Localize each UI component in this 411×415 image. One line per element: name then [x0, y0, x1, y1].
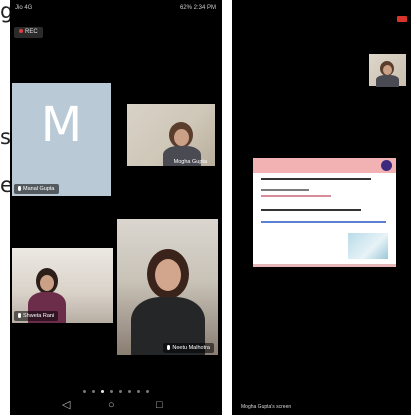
slide-text-line	[261, 221, 386, 223]
avatar-initial: M	[40, 97, 83, 153]
mic-icon	[167, 345, 171, 350]
participant-name-badge: Neetu Malhotra	[163, 343, 214, 353]
mic-icon	[18, 186, 21, 191]
slide-text-line	[261, 209, 361, 211]
back-icon[interactable]: ◁	[62, 399, 70, 411]
slide-logo	[381, 160, 392, 171]
recording-badge[interactable]: REC	[14, 27, 43, 38]
page-dot[interactable]	[119, 390, 122, 393]
home-icon[interactable]: ○	[108, 399, 115, 411]
participant-tile-video[interactable]: Neetu Malhotra	[117, 219, 218, 355]
page-dot[interactable]	[101, 390, 104, 393]
page-indicator[interactable]	[292, 406, 331, 415]
page-dot[interactable]	[110, 390, 113, 393]
participant-face	[155, 259, 181, 291]
slide-header-bar	[253, 158, 396, 173]
participant-body	[376, 75, 399, 87]
recording-label: REC	[25, 29, 38, 35]
participant-face	[40, 275, 54, 291]
page-dot[interactable]	[92, 390, 95, 393]
slide-text-line	[261, 195, 331, 197]
participant-tile-video[interactable]: Shweta Rani	[12, 248, 113, 323]
status-bar: Jio 4G 62% 2:34 PM	[10, 0, 222, 16]
status-battery-time: 62% 2:34 PM	[179, 5, 216, 11]
participant-name-badge: Manal Gupta	[14, 184, 59, 194]
shared-slide[interactable]	[253, 158, 396, 267]
slide-footer-bar	[253, 264, 396, 267]
page-dot[interactable]	[137, 390, 140, 393]
participant-tile-video[interactable]: Mogha Gupta	[127, 104, 215, 166]
screen-share-view: Mogha Gupta's screen	[232, 0, 411, 415]
participant-face	[174, 129, 189, 146]
participant-name-badge: Shweta Rani	[14, 311, 59, 321]
android-nav-bar: ◁ ○ □	[10, 395, 222, 415]
gallery-view-screen: Jio 4G 62% 2:34 PM REC M Manal Gupta Mog…	[10, 0, 222, 415]
mic-icon	[18, 313, 21, 318]
recent-apps-icon[interactable]: □	[156, 399, 163, 411]
page-dot[interactable]	[83, 390, 86, 393]
status-carrier: Jio 4G	[15, 5, 33, 11]
record-dot-icon	[19, 29, 23, 34]
page-dot[interactable]	[146, 390, 149, 393]
floating-video-thumbnail[interactable]	[369, 54, 406, 87]
participant-face	[383, 65, 392, 75]
slide-text-line	[261, 189, 309, 191]
participant-name: Manal Gupta	[23, 186, 55, 192]
leave-button[interactable]	[397, 16, 407, 22]
participant-tile-avatar[interactable]: M Manal Gupta	[12, 83, 111, 196]
participant-name: Mogha Gupta	[173, 159, 207, 165]
participant-name: Shweta Rani	[23, 313, 55, 319]
participant-name-badge: Mogha Gupta	[170, 157, 211, 166]
page-dot[interactable]	[128, 390, 131, 393]
slide-text-line	[261, 178, 371, 180]
participant-name: Neetu Malhotra	[172, 345, 210, 351]
screen-sharer-label: Mogha Gupta's screen	[241, 404, 292, 410]
slide-image	[348, 233, 388, 259]
